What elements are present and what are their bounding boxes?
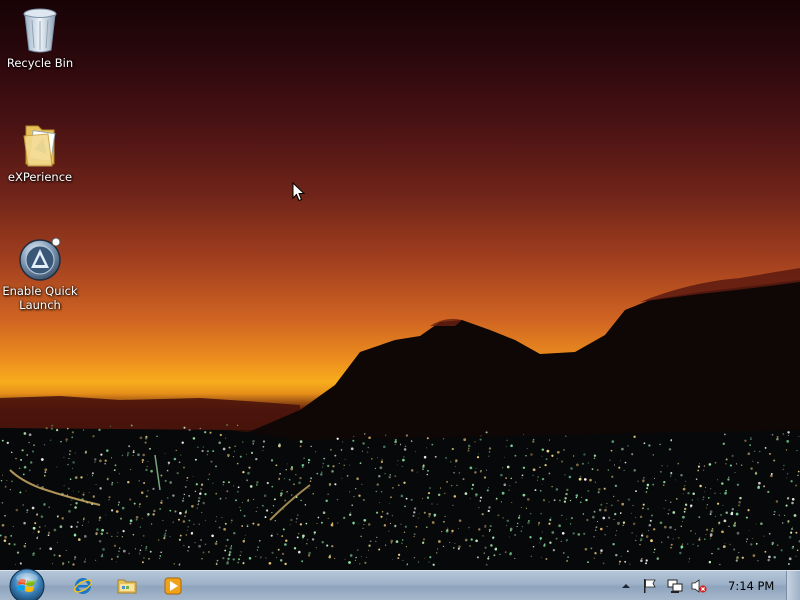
- mountain-city-scene: [0, 268, 800, 570]
- action-center-flag-icon[interactable]: [642, 578, 658, 594]
- internet-explorer-icon: [73, 578, 93, 594]
- volume-muted-icon[interactable]: [691, 578, 707, 594]
- taskbar-clock[interactable]: 7:14 PM: [728, 579, 774, 593]
- desktop-wallpaper[interactable]: [0, 0, 800, 570]
- taskbar-button-internet-explorer[interactable]: [70, 574, 96, 598]
- show-hidden-icons-arrow-icon[interactable]: [620, 580, 632, 592]
- recycle-bin-icon: [23, 8, 57, 53]
- desktop-icon-experience[interactable]: eXPerience: [0, 120, 80, 184]
- taskbar-button-media-player[interactable]: [160, 574, 186, 598]
- windows-orb-icon[interactable]: [8, 567, 46, 600]
- desktop-icon-label: Enable Quick Launch: [2, 284, 78, 312]
- media-player-icon: [164, 577, 182, 595]
- mouse-cursor-icon: [292, 182, 306, 202]
- desktop-icon-label: eXPerience: [7, 170, 73, 184]
- taskbar-button-windows-explorer[interactable]: [114, 574, 140, 598]
- show-desktop-button[interactable]: [786, 571, 800, 600]
- desktop-icon-label: Recycle Bin: [6, 56, 74, 70]
- desktop-icon-enable-quick-launch[interactable]: Enable Quick Launch: [0, 234, 80, 312]
- network-icon[interactable]: [667, 578, 683, 594]
- taskbar: 7:14 PM: [0, 567, 800, 600]
- quick-launch-icon: [19, 237, 61, 281]
- desktop-icon-recycle-bin[interactable]: Recycle Bin: [0, 6, 80, 70]
- windows-explorer-icon: [117, 579, 137, 594]
- folder-icon: [23, 125, 56, 167]
